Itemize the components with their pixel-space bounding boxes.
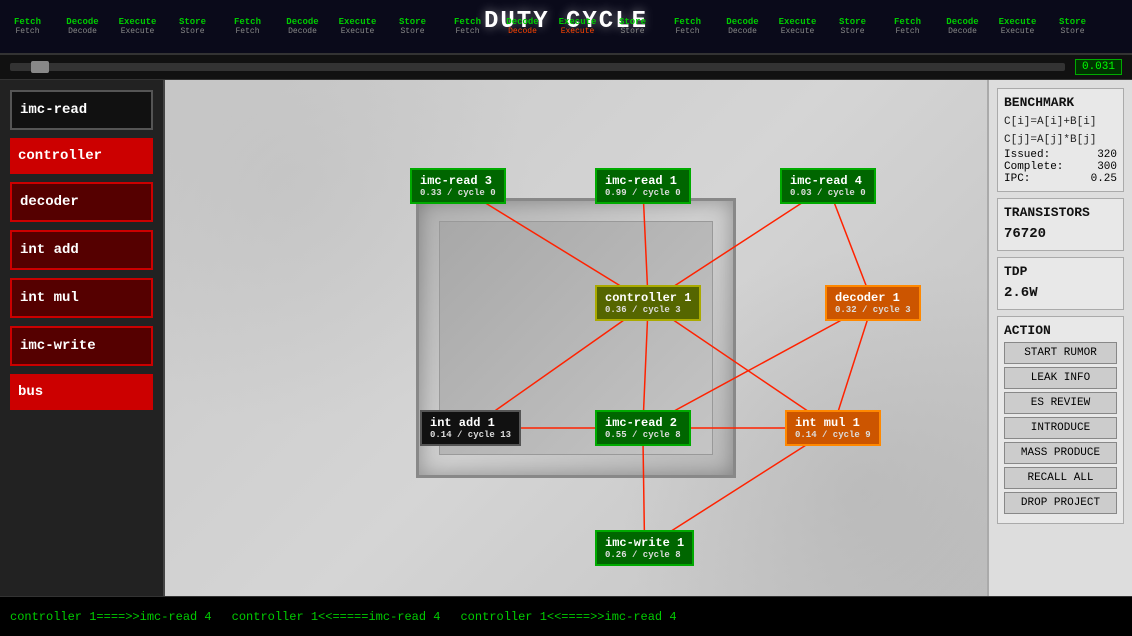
sidebar-btn-controller[interactable]: controller — [10, 138, 153, 174]
pipeline-group-15: StoreStore — [825, 15, 880, 38]
status-item-1: controller 1====>>imc-read 4 — [10, 610, 212, 624]
pipeline-group-18: ExecuteExecute — [990, 15, 1045, 38]
action-btn-recall-all[interactable]: RECALL ALL — [1004, 467, 1117, 489]
tdp-section: TDP 2.6W — [997, 257, 1124, 310]
node-imc-read-4[interactable]: imc-read 40.03 / cycle 0 — [780, 168, 876, 204]
issued-value: 320 — [1097, 149, 1117, 161]
pipeline-group-6: ExecuteExecute — [330, 15, 385, 38]
pipeline-group-14: ExecuteExecute — [770, 15, 825, 38]
pipeline-group-16: FetchFetch — [880, 15, 935, 38]
pipeline-group-4: FetchFetch — [220, 15, 275, 38]
progress-value: 0.031 — [1075, 59, 1122, 75]
complete-value: 300 — [1097, 161, 1117, 173]
node-controller-1[interactable]: controller 10.36 / cycle 3 — [595, 285, 701, 321]
status-item-2: controller 1<<=====imc-read 4 — [232, 610, 441, 624]
pipeline-bar: DUTY CYCLE FetchFetchDecodeDecodeExecute… — [0, 0, 1132, 55]
action-btn-start-rumor[interactable]: START RUMOR — [1004, 342, 1117, 364]
pipeline-group-0: FetchFetch — [0, 15, 55, 38]
action-title: ACTION — [1004, 323, 1117, 338]
progress-area: 0.031 — [0, 55, 1132, 80]
node-imc-read-2[interactable]: imc-read 20.55 / cycle 8 — [595, 410, 691, 446]
sidebar: imc-read controller decoder int add int mul i… — [0, 80, 165, 596]
sidebar-btn-bus[interactable]: bus — [10, 374, 153, 410]
pipeline-strip: FetchFetchDecodeDecodeExecuteExecuteStor… — [0, 0, 1132, 53]
pipeline-group-7: StoreStore — [385, 15, 440, 38]
pipeline-group-8: FetchFetch — [440, 15, 495, 38]
action-btn-introduce[interactable]: INTRODUCE — [1004, 417, 1117, 439]
action-btn-es-review[interactable]: ES REVIEW — [1004, 392, 1117, 414]
action-section: ACTION START RUMOR LEAK INFO ES REVIEW INTR… — [997, 316, 1124, 524]
pipeline-group-11: StoreStore — [605, 15, 660, 38]
status-bar: controller 1====>>imc-read 4 controller … — [0, 596, 1132, 636]
pipeline-group-5: DecodeDecode — [275, 15, 330, 38]
node-imc-read-3[interactable]: imc-read 30.33 / cycle 0 — [410, 168, 506, 204]
right-panel: BENCHMARK C[i]=A[i]+B[i] C[j]=A[j]*B[j] … — [987, 80, 1132, 596]
pipeline-group-19: StoreStore — [1045, 15, 1100, 38]
pipeline-group-9: DecodeDecode — [495, 15, 550, 38]
progress-thumb[interactable] — [31, 61, 49, 73]
node-int-mul-1[interactable]: int mul 10.14 / cycle 9 — [785, 410, 881, 446]
progress-track[interactable] — [10, 63, 1065, 71]
main-content: imc-read controller decoder int add int mul i… — [0, 80, 1132, 596]
benchmark-title: BENCHMARK — [1004, 95, 1117, 110]
action-buttons: START RUMOR LEAK INFO ES REVIEW INTRODUCE MA… — [1004, 342, 1117, 514]
node-imc-read-1[interactable]: imc-read 10.99 / cycle 0 — [595, 168, 691, 204]
issued-row: Issued: 320 — [1004, 149, 1117, 161]
pipeline-group-13: DecodeDecode — [715, 15, 770, 38]
status-item-3: controller 1<<====>>imc-read 4 — [460, 610, 676, 624]
ipc-row: IPC: 0.25 — [1004, 173, 1117, 185]
action-btn-drop-project[interactable]: DROP PROJECT — [1004, 492, 1117, 514]
sidebar-btn-int-add[interactable]: int add — [10, 230, 153, 270]
pipeline-group-12: FetchFetch — [660, 15, 715, 38]
pipeline-group-17: DecodeDecode — [935, 15, 990, 38]
ipc-value: 0.25 — [1091, 173, 1117, 185]
ipc-label: IPC: — [1004, 173, 1030, 185]
sidebar-btn-decoder[interactable]: decoder — [10, 182, 153, 222]
complete-label: Complete: — [1004, 161, 1063, 173]
sidebar-btn-int-mul[interactable]: int mul — [10, 278, 153, 318]
sidebar-btn-imc-write[interactable]: imc-write — [10, 326, 153, 366]
benchmark-section: BENCHMARK C[i]=A[i]+B[i] C[j]=A[j]*B[j] … — [997, 88, 1124, 192]
tdp-title: TDP — [1004, 264, 1117, 279]
benchmark-formula1: C[i]=A[i]+B[i] — [1004, 114, 1117, 132]
benchmark-formula2: C[j]=A[j]*B[j] — [1004, 132, 1117, 150]
node-imc-write-1[interactable]: imc-write 10.26 / cycle 8 — [595, 530, 694, 566]
transistors-title: TRANSISTORS — [1004, 205, 1117, 220]
pipeline-group-3: StoreStore — [165, 15, 220, 38]
issued-label: Issued: — [1004, 149, 1050, 161]
pipeline-group-10: ExecuteExecute — [550, 15, 605, 38]
transistors-section: TRANSISTORS 76720 — [997, 198, 1124, 251]
canvas-area[interactable]: imc-read 30.33 / cycle 0 imc-read 10.99 /… — [165, 80, 987, 596]
node-int-add-1[interactable]: int add 10.14 / cycle 13 — [420, 410, 521, 446]
tdp-value: 2.6W — [1004, 283, 1117, 303]
action-btn-leak-info[interactable]: LEAK INFO — [1004, 367, 1117, 389]
sidebar-btn-imc-read[interactable]: imc-read — [10, 90, 153, 130]
complete-row: Complete: 300 — [1004, 161, 1117, 173]
pipeline-group-2: ExecuteExecute — [110, 15, 165, 38]
node-decoder-1[interactable]: decoder 10.32 / cycle 3 — [825, 285, 921, 321]
pipeline-group-1: DecodeDecode — [55, 15, 110, 38]
action-btn-mass-produce[interactable]: MASS PRODUCE — [1004, 442, 1117, 464]
transistors-value: 76720 — [1004, 224, 1117, 244]
